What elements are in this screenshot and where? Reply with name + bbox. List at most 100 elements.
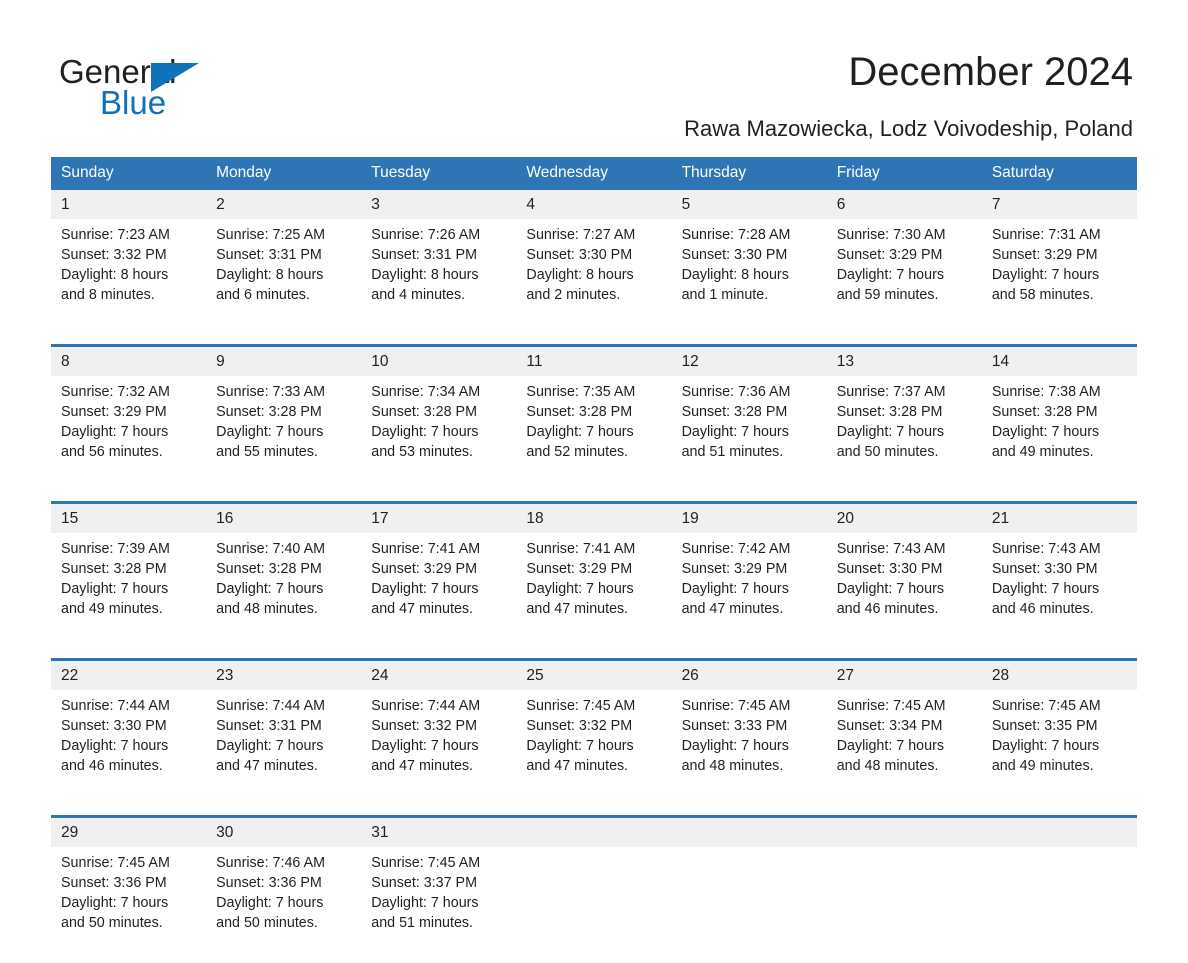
day-number[interactable]: 17 bbox=[361, 504, 517, 533]
day-number[interactable]: 27 bbox=[826, 661, 982, 690]
day-cell[interactable]: Sunrise: 7:40 AM Sunset: 3:28 PM Dayligh… bbox=[206, 533, 362, 649]
sunrise-text: Sunrise: 7:41 AM bbox=[371, 541, 481, 557]
day-number[interactable]: 22 bbox=[51, 661, 207, 690]
day-cell[interactable]: Sunrise: 7:43 AM Sunset: 3:30 PM Dayligh… bbox=[981, 533, 1137, 649]
daylight-text: Daylight: 7 hours bbox=[836, 267, 944, 283]
daylight-text-cont: and 48 minutes. bbox=[216, 601, 318, 617]
week-4-detail-row: Sunrise: 7:44 AM Sunset: 3:30 PM Dayligh… bbox=[51, 690, 1137, 806]
sunrise-text: Sunrise: 7:42 AM bbox=[681, 541, 791, 557]
sunrise-text: Sunrise: 7:36 AM bbox=[681, 384, 791, 400]
sunset-text: Sunset: 3:30 PM bbox=[991, 561, 1098, 577]
day-number[interactable]: 21 bbox=[981, 504, 1137, 533]
day-cell[interactable]: Sunrise: 7:33 AM Sunset: 3:28 PM Dayligh… bbox=[206, 376, 362, 492]
sunrise-text: Sunrise: 7:27 AM bbox=[526, 227, 636, 243]
day-cell[interactable]: Sunrise: 7:45 AM Sunset: 3:36 PM Dayligh… bbox=[51, 847, 207, 963]
sunrise-text: Sunrise: 7:45 AM bbox=[526, 698, 636, 714]
day-cell[interactable]: Sunrise: 7:43 AM Sunset: 3:30 PM Dayligh… bbox=[826, 533, 982, 649]
day-cell[interactable]: Sunrise: 7:31 AM Sunset: 3:29 PM Dayligh… bbox=[981, 219, 1137, 335]
day-cell[interactable]: Sunrise: 7:34 AM Sunset: 3:28 PM Dayligh… bbox=[361, 376, 517, 492]
day-number[interactable]: 12 bbox=[671, 347, 827, 376]
day-cell[interactable]: Sunrise: 7:37 AM Sunset: 3:28 PM Dayligh… bbox=[826, 376, 982, 492]
sunset-text: Sunset: 3:29 PM bbox=[991, 247, 1098, 263]
daylight-text-cont: and 53 minutes. bbox=[371, 444, 474, 460]
day-number[interactable]: 8 bbox=[51, 347, 207, 376]
day-cell[interactable]: Sunrise: 7:45 AM Sunset: 3:34 PM Dayligh… bbox=[826, 690, 982, 806]
sunset-text: Sunset: 3:30 PM bbox=[681, 247, 788, 263]
day-number[interactable]: 7 bbox=[981, 190, 1137, 219]
day-cell[interactable]: Sunrise: 7:44 AM Sunset: 3:32 PM Dayligh… bbox=[361, 690, 517, 806]
daylight-text-cont: and 47 minutes. bbox=[371, 758, 474, 774]
page-subtitle: Rawa Mazowiecka, Lodz Voivodeship, Polan… bbox=[684, 116, 1133, 141]
day-number[interactable]: 16 bbox=[206, 504, 362, 533]
day-cell[interactable]: Sunrise: 7:27 AM Sunset: 3:30 PM Dayligh… bbox=[516, 219, 672, 335]
sunset-text: Sunset: 3:29 PM bbox=[526, 561, 633, 577]
day-cell[interactable]: Sunrise: 7:45 AM Sunset: 3:32 PM Dayligh… bbox=[516, 690, 672, 806]
daylight-text: Daylight: 7 hours bbox=[526, 424, 634, 440]
day-cell[interactable]: Sunrise: 7:32 AM Sunset: 3:29 PM Dayligh… bbox=[51, 376, 207, 492]
sunrise-text: Sunrise: 7:34 AM bbox=[371, 384, 481, 400]
day-number[interactable]: 29 bbox=[51, 818, 207, 847]
week-5-daynumber-row: 29 30 31 bbox=[51, 818, 1137, 847]
weekday-header-friday: Friday bbox=[826, 157, 982, 190]
daylight-text-cont: and 58 minutes. bbox=[991, 287, 1094, 303]
day-number[interactable]: 9 bbox=[206, 347, 362, 376]
day-cell[interactable]: Sunrise: 7:44 AM Sunset: 3:30 PM Dayligh… bbox=[51, 690, 207, 806]
day-cell[interactable]: Sunrise: 7:23 AM Sunset: 3:32 PM Dayligh… bbox=[51, 219, 207, 335]
day-number[interactable]: 25 bbox=[516, 661, 672, 690]
day-cell[interactable]: Sunrise: 7:41 AM Sunset: 3:29 PM Dayligh… bbox=[361, 533, 517, 649]
day-cell[interactable]: Sunrise: 7:26 AM Sunset: 3:31 PM Dayligh… bbox=[361, 219, 517, 335]
day-cell[interactable]: Sunrise: 7:44 AM Sunset: 3:31 PM Dayligh… bbox=[206, 690, 362, 806]
day-number[interactable]: 2 bbox=[206, 190, 362, 219]
day-number[interactable]: 14 bbox=[981, 347, 1137, 376]
day-number[interactable]: 3 bbox=[361, 190, 517, 219]
day-cell[interactable]: Sunrise: 7:45 AM Sunset: 3:33 PM Dayligh… bbox=[671, 690, 827, 806]
sunrise-text: Sunrise: 7:44 AM bbox=[216, 698, 326, 714]
day-cell[interactable]: Sunrise: 7:46 AM Sunset: 3:36 PM Dayligh… bbox=[206, 847, 362, 963]
day-number[interactable]: 13 bbox=[826, 347, 982, 376]
day-number[interactable]: 19 bbox=[671, 504, 827, 533]
weekday-header-saturday: Saturday bbox=[981, 157, 1137, 190]
day-number[interactable]: 1 bbox=[51, 190, 207, 219]
sunrise-text: Sunrise: 7:28 AM bbox=[681, 227, 791, 243]
day-number[interactable]: 10 bbox=[361, 347, 517, 376]
day-number[interactable]: 18 bbox=[516, 504, 672, 533]
day-number[interactable]: 30 bbox=[206, 818, 362, 847]
general-blue-logo[interactable]: General Blue bbox=[59, 54, 319, 126]
day-number-empty bbox=[671, 818, 827, 847]
day-number[interactable]: 28 bbox=[981, 661, 1137, 690]
daylight-text: Daylight: 7 hours bbox=[991, 424, 1100, 440]
day-cell[interactable]: Sunrise: 7:30 AM Sunset: 3:29 PM Dayligh… bbox=[826, 219, 982, 335]
day-cell-empty bbox=[826, 847, 982, 963]
day-cell[interactable]: Sunrise: 7:25 AM Sunset: 3:31 PM Dayligh… bbox=[206, 219, 362, 335]
day-number[interactable]: 11 bbox=[516, 347, 672, 376]
sunset-text: Sunset: 3:30 PM bbox=[61, 718, 167, 734]
day-number[interactable]: 31 bbox=[361, 818, 517, 847]
day-cell[interactable]: Sunrise: 7:45 AM Sunset: 3:37 PM Dayligh… bbox=[361, 847, 517, 963]
day-number[interactable]: 26 bbox=[671, 661, 827, 690]
day-cell[interactable]: Sunrise: 7:41 AM Sunset: 3:29 PM Dayligh… bbox=[516, 533, 672, 649]
sunrise-text: Sunrise: 7:37 AM bbox=[836, 384, 946, 400]
week-gap bbox=[51, 335, 1137, 344]
day-cell[interactable]: Sunrise: 7:28 AM Sunset: 3:30 PM Dayligh… bbox=[671, 219, 827, 335]
day-number[interactable]: 4 bbox=[516, 190, 672, 219]
daylight-text: Daylight: 7 hours bbox=[61, 895, 169, 911]
day-cell[interactable]: Sunrise: 7:38 AM Sunset: 3:28 PM Dayligh… bbox=[981, 376, 1137, 492]
day-number[interactable]: 20 bbox=[826, 504, 982, 533]
day-number[interactable]: 15 bbox=[51, 504, 207, 533]
sunset-text: Sunset: 3:28 PM bbox=[526, 404, 633, 420]
day-cell[interactable]: Sunrise: 7:36 AM Sunset: 3:28 PM Dayligh… bbox=[671, 376, 827, 492]
day-number[interactable]: 6 bbox=[826, 190, 982, 219]
week-3-detail-row: Sunrise: 7:39 AM Sunset: 3:28 PM Dayligh… bbox=[51, 533, 1137, 649]
day-number[interactable]: 5 bbox=[671, 190, 827, 219]
day-cell[interactable]: Sunrise: 7:42 AM Sunset: 3:29 PM Dayligh… bbox=[671, 533, 827, 649]
daylight-text: Daylight: 7 hours bbox=[526, 738, 634, 754]
sunrise-text: Sunrise: 7:38 AM bbox=[991, 384, 1101, 400]
day-number[interactable]: 23 bbox=[206, 661, 362, 690]
day-number[interactable]: 24 bbox=[361, 661, 517, 690]
day-cell[interactable]: Sunrise: 7:35 AM Sunset: 3:28 PM Dayligh… bbox=[516, 376, 672, 492]
daylight-text-cont: and 47 minutes. bbox=[526, 601, 629, 617]
sunrise-text: Sunrise: 7:40 AM bbox=[216, 541, 326, 557]
day-cell[interactable]: Sunrise: 7:45 AM Sunset: 3:35 PM Dayligh… bbox=[981, 690, 1137, 806]
day-cell[interactable]: Sunrise: 7:39 AM Sunset: 3:28 PM Dayligh… bbox=[51, 533, 207, 649]
week-gap bbox=[51, 806, 1137, 815]
